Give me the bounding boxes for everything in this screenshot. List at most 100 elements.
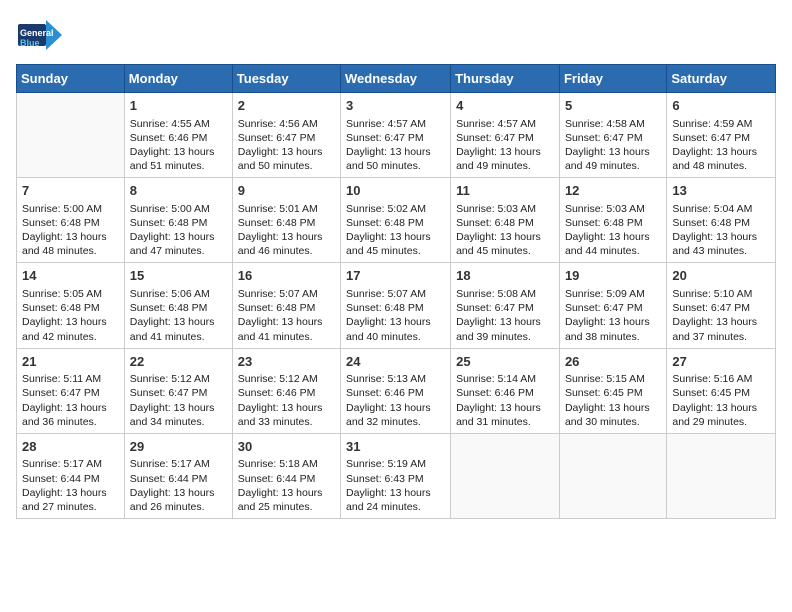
day-info: Sunrise: 5:00 AM Sunset: 6:48 PM Dayligh… [130,202,227,259]
calendar-cell: 24Sunrise: 5:13 AM Sunset: 6:46 PM Dayli… [341,348,451,433]
calendar-cell [667,433,776,518]
day-info: Sunrise: 5:16 AM Sunset: 6:45 PM Dayligh… [672,372,770,429]
calendar-cell: 19Sunrise: 5:09 AM Sunset: 6:47 PM Dayli… [559,263,666,348]
day-number: 9 [238,182,335,200]
weekday-friday: Friday [559,65,666,93]
day-number: 10 [346,182,445,200]
day-info: Sunrise: 4:55 AM Sunset: 6:46 PM Dayligh… [130,117,227,174]
calendar-cell: 1 Sunrise: 4:55 AM Sunset: 6:46 PM Daylig… [124,93,232,178]
weekday-saturday: Saturday [667,65,776,93]
calendar-cell: 14 Sunrise: 5:05 AM Sunset: 6:48 PM Dayli… [17,263,125,348]
weekday-wednesday: Wednesday [341,65,451,93]
calendar-cell: 15 Sunrise: 5:06 AM Sunset: 6:48 PM Dayli… [124,263,232,348]
week-row-3: 14 Sunrise: 5:05 AM Sunset: 6:48 PM Dayli… [17,263,776,348]
day-number: 4 [456,97,554,115]
day-number: 25 [456,353,554,371]
day-number: 21 [22,353,119,371]
calendar-cell: 26Sunrise: 5:15 AM Sunset: 6:45 PM Dayli… [559,348,666,433]
day-info: Sunrise: 5:11 AM Sunset: 6:47 PM Dayligh… [22,372,119,429]
day-info: Sunrise: 5:13 AM Sunset: 6:46 PM Dayligh… [346,372,445,429]
day-number: 13 [672,182,770,200]
week-row-1: 1 Sunrise: 4:55 AM Sunset: 6:46 PM Daylig… [17,93,776,178]
day-info: Sunrise: 5:08 AM Sunset: 6:47 PM Dayligh… [456,287,554,344]
header-area: General Blue [16,16,776,56]
week-row-4: 21Sunrise: 5:11 AM Sunset: 6:47 PM Dayli… [17,348,776,433]
calendar-cell: 21Sunrise: 5:11 AM Sunset: 6:47 PM Dayli… [17,348,125,433]
calendar-cell: 12Sunrise: 5:03 AM Sunset: 6:48 PM Dayli… [559,178,666,263]
day-info: Sunrise: 5:04 AM Sunset: 6:48 PM Dayligh… [672,202,770,259]
calendar-cell: 11Sunrise: 5:03 AM Sunset: 6:48 PM Dayli… [451,178,560,263]
calendar-cell: 27Sunrise: 5:16 AM Sunset: 6:45 PM Dayli… [667,348,776,433]
svg-text:General: General [20,28,54,38]
day-number: 27 [672,353,770,371]
calendar-cell: 20Sunrise: 5:10 AM Sunset: 6:47 PM Dayli… [667,263,776,348]
calendar-cell: 6Sunrise: 4:59 AM Sunset: 6:47 PM Daylig… [667,93,776,178]
day-info: Sunrise: 5:09 AM Sunset: 6:47 PM Dayligh… [565,287,661,344]
day-info: Sunrise: 4:58 AM Sunset: 6:47 PM Dayligh… [565,117,661,174]
day-number: 12 [565,182,661,200]
day-number: 1 [130,97,227,115]
weekday-sunday: Sunday [17,65,125,93]
day-info: Sunrise: 5:10 AM Sunset: 6:47 PM Dayligh… [672,287,770,344]
day-info: Sunrise: 5:06 AM Sunset: 6:48 PM Dayligh… [130,287,227,344]
day-info: Sunrise: 5:17 AM Sunset: 6:44 PM Dayligh… [22,457,119,514]
day-number: 2 [238,97,335,115]
logo-icon: General Blue [16,16,64,56]
page-container: General Blue SundayMondayTuesdayWednesda… [16,16,776,519]
day-number: 23 [238,353,335,371]
weekday-thursday: Thursday [451,65,560,93]
calendar-cell: 22Sunrise: 5:12 AM Sunset: 6:47 PM Dayli… [124,348,232,433]
day-info: Sunrise: 5:12 AM Sunset: 6:46 PM Dayligh… [238,372,335,429]
calendar-cell: 7 Sunrise: 5:00 AM Sunset: 6:48 PM Daylig… [17,178,125,263]
weekday-monday: Monday [124,65,232,93]
calendar-cell: 3 Sunrise: 4:57 AM Sunset: 6:47 PM Daylig… [341,93,451,178]
calendar-cell: 9 Sunrise: 5:01 AM Sunset: 6:48 PM Daylig… [232,178,340,263]
calendar-cell: 13 Sunrise: 5:04 AM Sunset: 6:48 PM Dayli… [667,178,776,263]
day-info: Sunrise: 5:05 AM Sunset: 6:48 PM Dayligh… [22,287,119,344]
day-number: 7 [22,182,119,200]
calendar-cell: 4Sunrise: 4:57 AM Sunset: 6:47 PM Daylig… [451,93,560,178]
day-number: 30 [238,438,335,456]
svg-text:Blue: Blue [20,38,40,48]
calendar-cell: 28Sunrise: 5:17 AM Sunset: 6:44 PM Dayli… [17,433,125,518]
calendar-cell: 2 Sunrise: 4:56 AM Sunset: 6:47 PM Daylig… [232,93,340,178]
calendar-cell: 29Sunrise: 5:17 AM Sunset: 6:44 PM Dayli… [124,433,232,518]
calendar-cell: 5 Sunrise: 4:58 AM Sunset: 6:47 PM Daylig… [559,93,666,178]
day-info: Sunrise: 4:57 AM Sunset: 6:47 PM Dayligh… [346,117,445,174]
day-info: Sunrise: 4:56 AM Sunset: 6:47 PM Dayligh… [238,117,335,174]
day-number: 28 [22,438,119,456]
day-info: Sunrise: 5:03 AM Sunset: 6:48 PM Dayligh… [456,202,554,259]
day-info: Sunrise: 5:01 AM Sunset: 6:48 PM Dayligh… [238,202,335,259]
calendar-cell: 8 Sunrise: 5:00 AM Sunset: 6:48 PM Daylig… [124,178,232,263]
day-number: 22 [130,353,227,371]
day-number: 31 [346,438,445,456]
calendar-cell: 16Sunrise: 5:07 AM Sunset: 6:48 PM Dayli… [232,263,340,348]
day-info: Sunrise: 5:14 AM Sunset: 6:46 PM Dayligh… [456,372,554,429]
day-number: 3 [346,97,445,115]
day-number: 6 [672,97,770,115]
day-number: 8 [130,182,227,200]
calendar-cell [559,433,666,518]
day-number: 18 [456,267,554,285]
logo: General Blue [16,16,64,56]
day-info: Sunrise: 5:18 AM Sunset: 6:44 PM Dayligh… [238,457,335,514]
day-number: 16 [238,267,335,285]
day-number: 14 [22,267,119,285]
day-info: Sunrise: 5:02 AM Sunset: 6:48 PM Dayligh… [346,202,445,259]
calendar-table: SundayMondayTuesdayWednesdayThursdayFrid… [16,64,776,519]
day-info: Sunrise: 5:17 AM Sunset: 6:44 PM Dayligh… [130,457,227,514]
day-info: Sunrise: 5:12 AM Sunset: 6:47 PM Dayligh… [130,372,227,429]
day-number: 5 [565,97,661,115]
weekday-header-row: SundayMondayTuesdayWednesdayThursdayFrid… [17,65,776,93]
week-row-5: 28Sunrise: 5:17 AM Sunset: 6:44 PM Dayli… [17,433,776,518]
day-number: 17 [346,267,445,285]
day-number: 24 [346,353,445,371]
calendar-cell: 23Sunrise: 5:12 AM Sunset: 6:46 PM Dayli… [232,348,340,433]
calendar-cell: 17Sunrise: 5:07 AM Sunset: 6:48 PM Dayli… [341,263,451,348]
day-number: 29 [130,438,227,456]
day-info: Sunrise: 5:00 AM Sunset: 6:48 PM Dayligh… [22,202,119,259]
calendar-cell: 18 Sunrise: 5:08 AM Sunset: 6:47 PM Dayli… [451,263,560,348]
calendar-cell [17,93,125,178]
day-info: Sunrise: 5:15 AM Sunset: 6:45 PM Dayligh… [565,372,661,429]
day-number: 15 [130,267,227,285]
